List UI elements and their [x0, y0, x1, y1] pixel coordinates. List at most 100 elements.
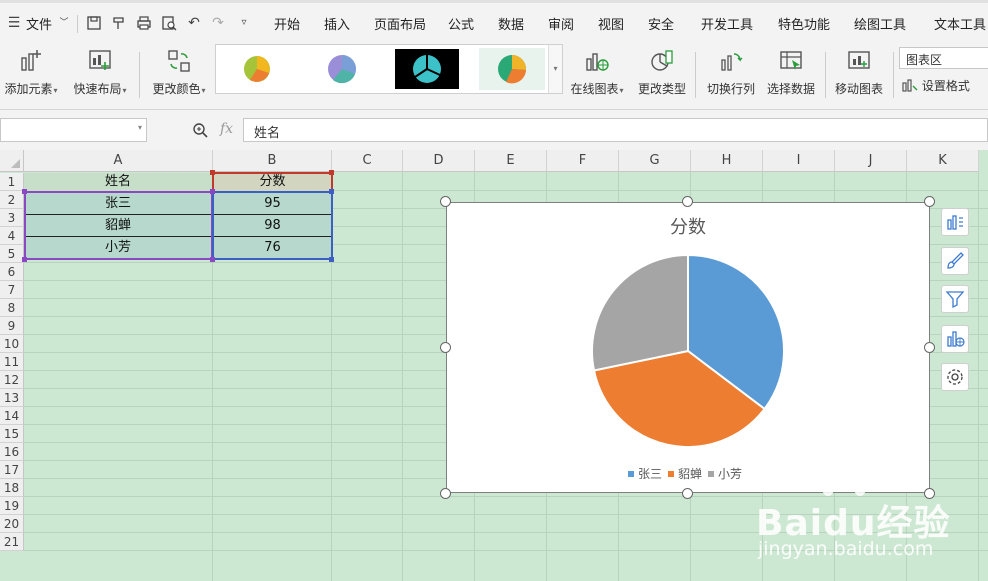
legend-item[interactable]: 小芳	[708, 467, 742, 481]
chevron-down-icon[interactable]: ﹀	[56, 15, 72, 31]
tab-text-tools[interactable]: 文本工具	[934, 14, 986, 33]
switch-row-col-button[interactable]: 切换行列	[704, 46, 758, 106]
column-header[interactable]: D	[403, 150, 475, 172]
row-header[interactable]: 1	[0, 173, 24, 191]
save-icon[interactable]	[86, 15, 102, 31]
row-header[interactable]: 9	[0, 317, 24, 335]
row-header[interactable]: 10	[0, 335, 24, 353]
select-data-button[interactable]: 选择数据	[764, 46, 818, 106]
column-header[interactable]: K	[907, 150, 979, 172]
gallery-more-icon[interactable]: ▾	[548, 45, 562, 93]
change-color-button[interactable]: 更改颜色▾	[149, 46, 209, 106]
row-header[interactable]: 17	[0, 461, 24, 479]
print-icon[interactable]	[136, 15, 152, 31]
range-handle[interactable]	[22, 257, 27, 262]
format-painter-icon[interactable]	[111, 15, 127, 31]
row-header[interactable]: 4	[0, 227, 24, 245]
tab-drawing-tools[interactable]: 绘图工具	[854, 14, 906, 33]
column-header[interactable]: I	[763, 150, 835, 172]
chart-style-thumb-4[interactable]	[479, 48, 545, 90]
tab-page-layout[interactable]: 页面布局	[374, 14, 426, 33]
online-chart-button[interactable]: 在线图表▾	[566, 46, 628, 106]
row-header[interactable]: 5	[0, 245, 24, 263]
tab-home[interactable]: 开始	[274, 14, 300, 33]
legend-item[interactable]: 张三	[627, 467, 662, 481]
tab-review[interactable]: 审阅	[548, 14, 574, 33]
pie-chart[interactable]: 分数 张三 貂蝉 小芳	[446, 202, 930, 493]
chevron-down-icon[interactable]: ▾	[138, 123, 142, 132]
tab-formulas[interactable]: 公式	[448, 14, 474, 33]
column-header[interactable]: A	[24, 150, 213, 172]
name-box[interactable]: ▾	[0, 118, 147, 142]
hamburger-icon[interactable]: ☰	[6, 15, 22, 31]
range-handle[interactable]	[210, 257, 215, 262]
fx-icon[interactable]: fx	[220, 121, 233, 137]
row-header[interactable]: 19	[0, 497, 24, 515]
change-type-button[interactable]: 更改类型	[636, 46, 688, 106]
row-header[interactable]: 12	[0, 371, 24, 389]
chart-element-select[interactable]: 图表区	[899, 47, 988, 69]
column-header[interactable]: G	[619, 150, 691, 172]
resize-handle-top-left[interactable]	[440, 196, 451, 207]
set-format-button[interactable]: 设置格式	[902, 77, 970, 94]
chart-style-button[interactable]	[941, 247, 969, 275]
select-all-corner[interactable]	[0, 150, 24, 172]
row-header[interactable]: 7	[0, 281, 24, 299]
tab-insert[interactable]: 插入	[324, 14, 350, 33]
column-header[interactable]: H	[691, 150, 763, 172]
redo-icon[interactable]: ↷	[210, 15, 226, 31]
resize-handle-bottom[interactable]	[682, 488, 693, 499]
row-header[interactable]: 20	[0, 515, 24, 533]
tab-security[interactable]: 安全	[648, 14, 674, 33]
row-header[interactable]: 15	[0, 425, 24, 443]
chart-style-thumb-3[interactable]	[394, 48, 460, 90]
customize-dropdown-icon[interactable]: ▿	[236, 15, 252, 31]
zoom-search-icon[interactable]	[192, 122, 208, 142]
legend-item[interactable]: 貂蝉	[667, 467, 702, 481]
tab-developer[interactable]: 开发工具	[701, 14, 753, 33]
resize-handle-left[interactable]	[440, 342, 451, 353]
resize-handle-top-right[interactable]	[924, 196, 935, 207]
column-header[interactable]: E	[475, 150, 547, 172]
quick-layout-button[interactable]: 快速布局▾	[70, 46, 130, 106]
tab-view[interactable]: 视图	[598, 14, 624, 33]
pie-slice-2[interactable]	[591, 253, 689, 372]
row-header[interactable]: 8	[0, 299, 24, 317]
column-header[interactable]: B	[213, 150, 332, 172]
row-header[interactable]: 13	[0, 389, 24, 407]
row-header[interactable]: 18	[0, 479, 24, 497]
chart-elements-button[interactable]	[941, 208, 969, 236]
undo-icon[interactable]: ↶	[186, 15, 202, 31]
row-header[interactable]: 2	[0, 191, 24, 209]
resize-handle-bottom-left[interactable]	[440, 488, 451, 499]
column-header[interactable]: F	[547, 150, 619, 172]
online-chart-side-button[interactable]	[941, 325, 969, 353]
resize-handle-top[interactable]	[682, 196, 693, 207]
chart-settings-button[interactable]	[941, 363, 969, 391]
pie-plot-area[interactable]	[447, 203, 929, 492]
row-header[interactable]: 11	[0, 353, 24, 371]
range-handle[interactable]	[329, 189, 334, 194]
print-preview-icon[interactable]	[161, 15, 177, 31]
row-header[interactable]: 14	[0, 407, 24, 425]
chart-style-thumb-2[interactable]	[309, 48, 375, 90]
row-header[interactable]: 16	[0, 443, 24, 461]
row-header[interactable]: 3	[0, 209, 24, 227]
add-element-button[interactable]: 添加元素▾	[2, 46, 60, 106]
cell-A1[interactable]: 姓名	[24, 173, 212, 191]
chart-style-thumb-1[interactable]	[224, 48, 290, 90]
file-menu[interactable]: 文件	[26, 14, 52, 33]
tab-data[interactable]: 数据	[498, 14, 524, 33]
range-handle[interactable]	[210, 170, 215, 175]
column-header[interactable]: C	[332, 150, 403, 172]
row-header[interactable]: 6	[0, 263, 24, 281]
range-handle[interactable]	[210, 189, 215, 194]
chart-filter-button[interactable]	[941, 285, 969, 313]
row-header[interactable]: 21	[0, 533, 24, 551]
column-header[interactable]: J	[835, 150, 907, 172]
move-chart-button[interactable]: 移动图表	[832, 46, 886, 106]
range-handle[interactable]	[22, 189, 27, 194]
resize-handle-right[interactable]	[924, 342, 935, 353]
range-handle[interactable]	[329, 170, 334, 175]
formula-input[interactable]: 姓名	[243, 118, 988, 142]
